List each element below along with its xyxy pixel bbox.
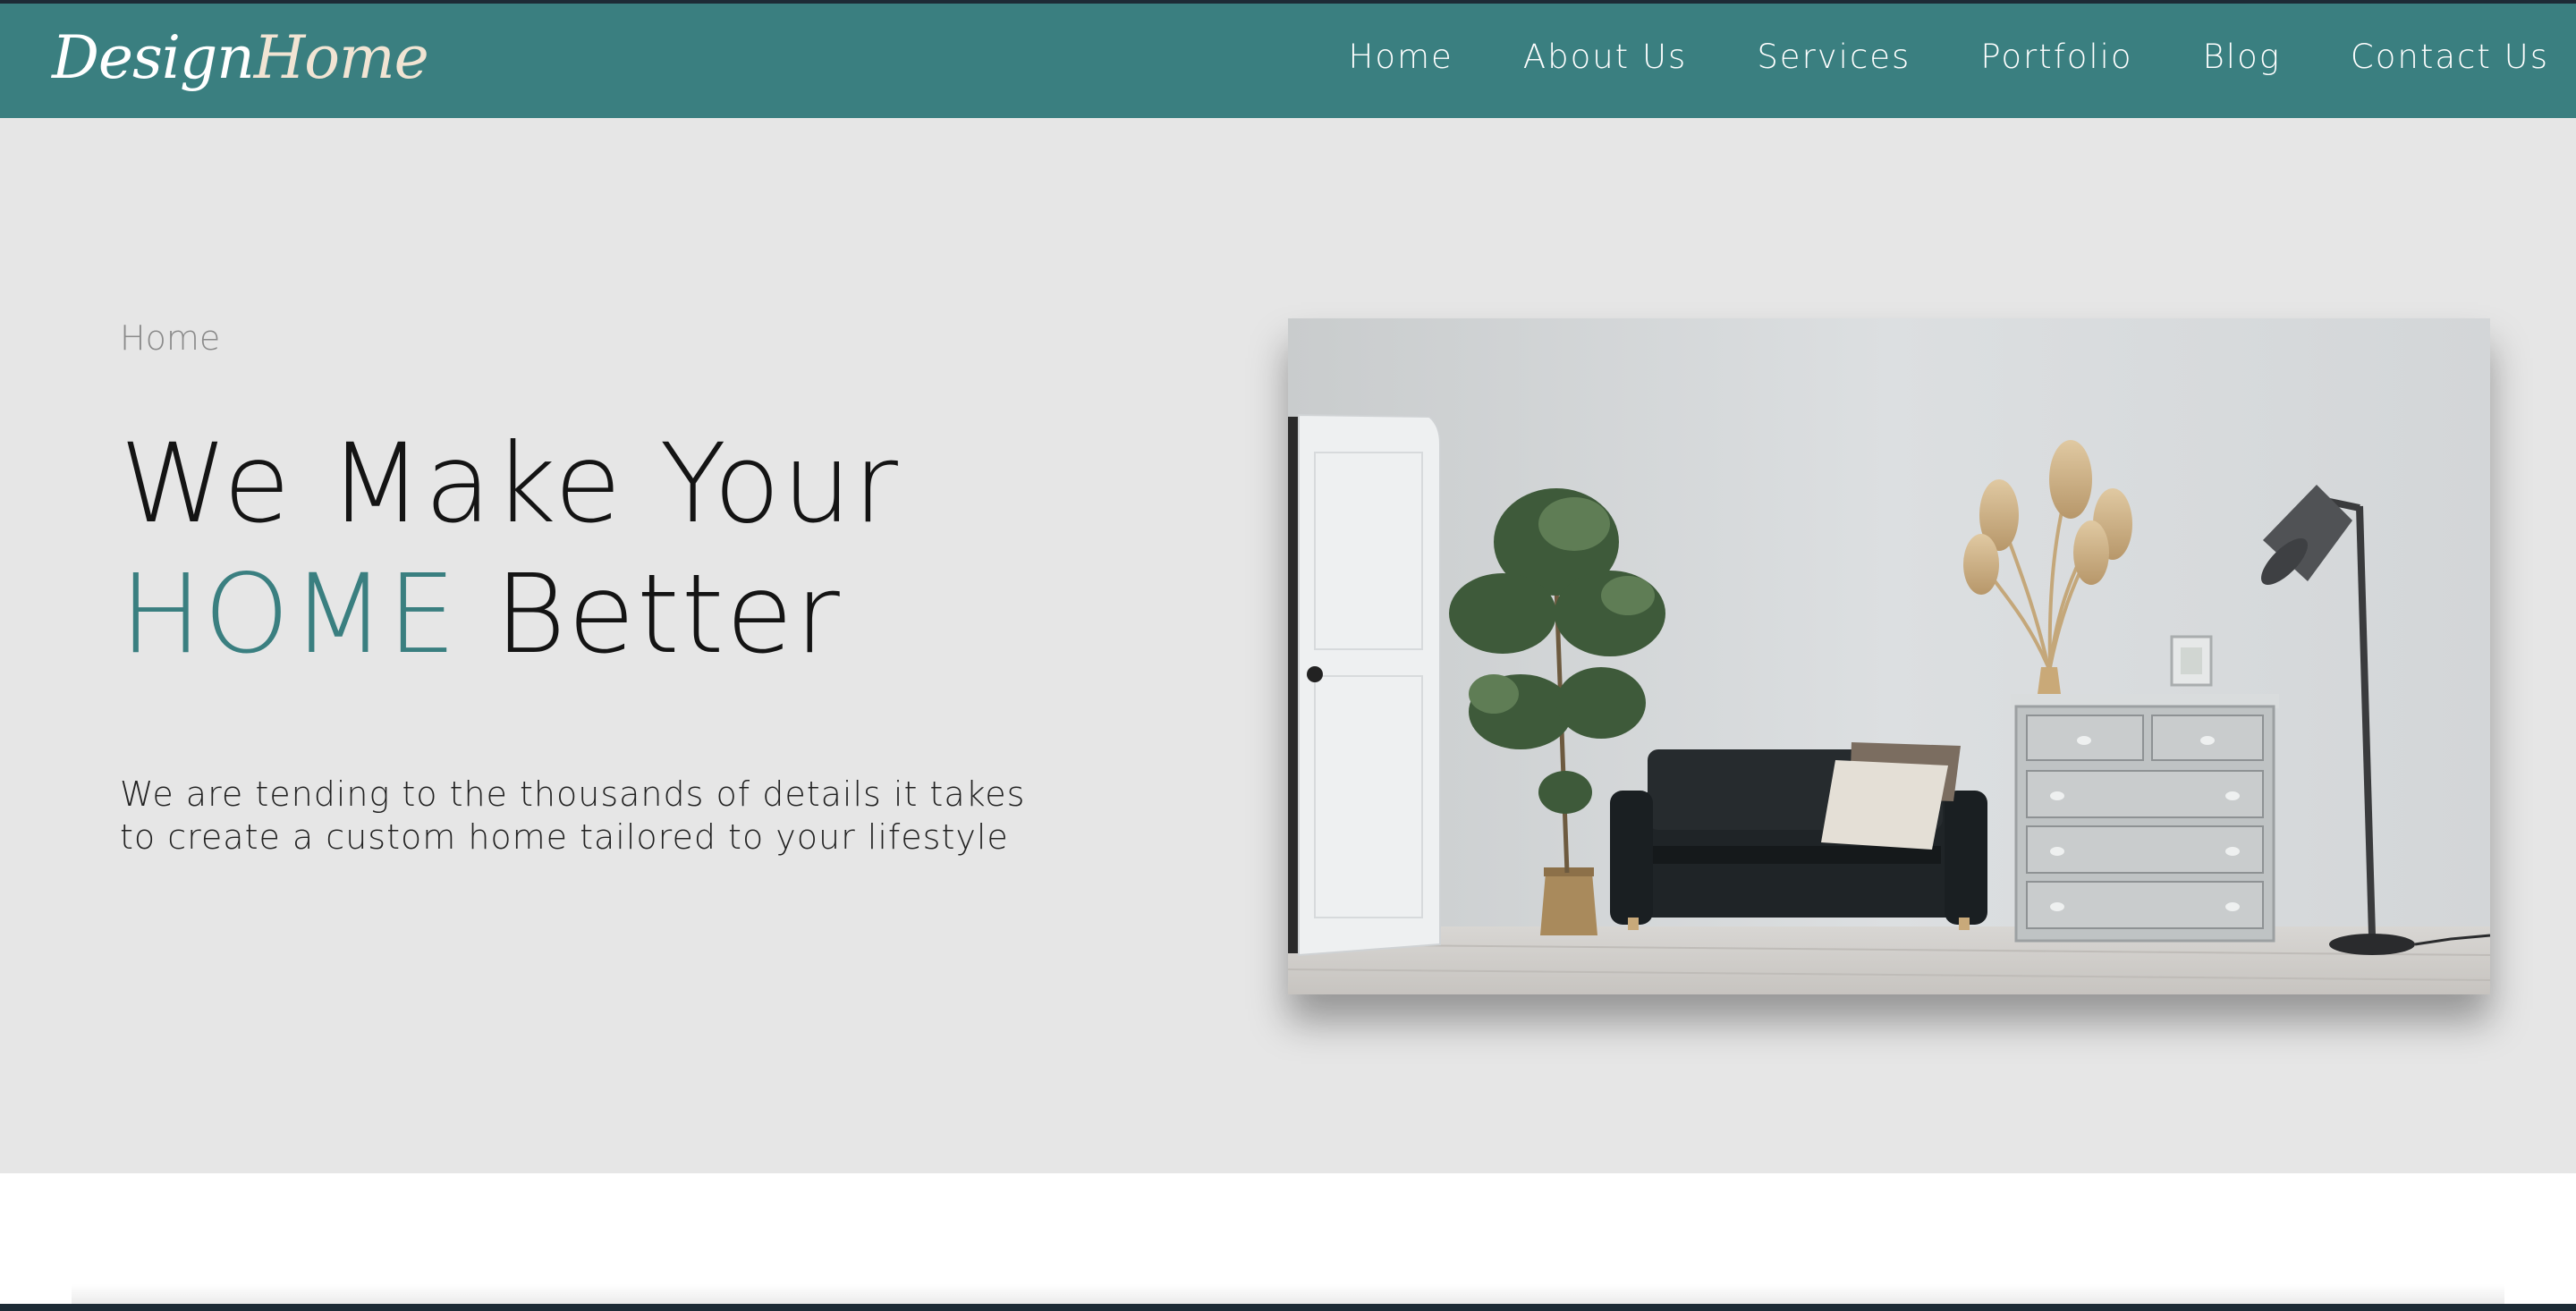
section-shadow bbox=[72, 1284, 2504, 1304]
logo-word-home: Home bbox=[253, 22, 429, 92]
top-navbar: Design Home Home About Us Services Portfo… bbox=[0, 0, 2576, 118]
hero-section: Home We Make Your HOME Better We are ten… bbox=[0, 118, 2576, 1173]
nav-home[interactable]: Home bbox=[1349, 38, 1453, 76]
headline-line-1: We Make Your bbox=[120, 420, 900, 547]
breadcrumb[interactable]: Home bbox=[120, 318, 220, 358]
nav-blog[interactable]: Blog bbox=[2203, 38, 2281, 76]
headline-rest: Better bbox=[458, 551, 842, 678]
nav-contact-us[interactable]: Contact Us bbox=[2351, 38, 2549, 76]
living-room-photo bbox=[1288, 318, 2490, 994]
logo-word-design: Design bbox=[52, 22, 255, 92]
hero-headline: We Make Your HOME Better bbox=[120, 419, 900, 680]
brand-logo[interactable]: Design Home bbox=[52, 13, 429, 102]
hero-description: We are tending to the thousands of detai… bbox=[120, 774, 1026, 857]
hero-image bbox=[1288, 318, 2490, 994]
nav-portfolio[interactable]: Portfolio bbox=[1980, 38, 2132, 76]
nav-services[interactable]: Services bbox=[1757, 38, 1911, 76]
nav-about-us[interactable]: About Us bbox=[1523, 38, 1688, 76]
main-nav: Home About Us Services Portfolio Blog Co… bbox=[1349, 7, 2549, 106]
page: Design Home Home About Us Services Portfo… bbox=[0, 0, 2576, 1304]
headline-accent-word: HOME bbox=[120, 551, 459, 678]
